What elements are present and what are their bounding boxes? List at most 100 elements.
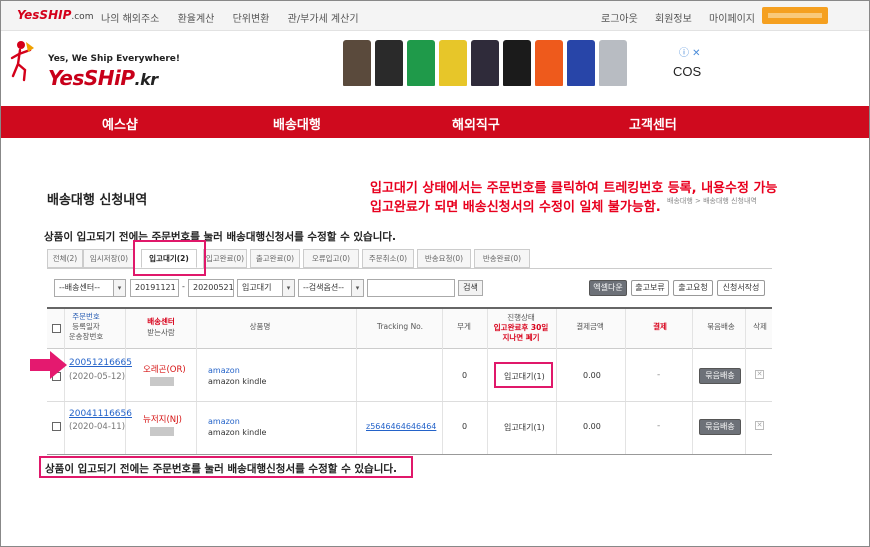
order-number-link[interactable]: 20051216665 (69, 358, 132, 368)
user-badge[interactable] (762, 7, 828, 24)
topbar-links: 나의 해외주소 환율계산 단위변환 관/부가세 계산기 (101, 10, 374, 25)
select-all-checkbox[interactable] (52, 324, 61, 333)
header-product: 상품명 (249, 322, 271, 331)
ad-clothing-image (343, 40, 371, 86)
top-utility-bar: YesSHIP.com 나의 해외주소 환율계산 단위변환 관/부가세 계산기 … (1, 1, 869, 31)
ad-banner[interactable] (343, 40, 713, 90)
row-checkbox[interactable] (52, 422, 61, 431)
nav-item-shipping[interactable]: 배송대행 (273, 114, 321, 133)
product-name: amazon kindle (208, 428, 267, 437)
tab-return-request[interactable]: 반송요청(0) (417, 249, 471, 268)
payment-status: - (657, 421, 661, 431)
bundle-ship-button[interactable]: 묶음배송 (699, 368, 741, 384)
date-to-input[interactable]: 20200521 (188, 279, 234, 297)
shop-name: amazon (208, 366, 240, 375)
annotation-line-2: 입고완료가 되면 배송신청서의 수정이 일체 불가능함. (370, 200, 661, 215)
payment-status: - (657, 370, 661, 380)
topbar-account-links: 로그아웃 회원정보 마이페이지 (601, 10, 769, 25)
table-bottom-border (47, 454, 772, 455)
order-number-link[interactable]: 20041116656 (69, 409, 132, 419)
center-name: 뉴저지(NJ) (143, 415, 182, 425)
header-amount: 결제금액 (576, 322, 604, 331)
header-status: 진행상태 (507, 313, 535, 322)
shop-name: amazon (208, 417, 240, 426)
product-name: amazon kindle (208, 377, 267, 386)
recipient-blurred (150, 427, 174, 436)
header-status-note-2: 지나면 폐기 (502, 333, 540, 342)
bundle-ship-button[interactable]: 묶음배송 (699, 419, 741, 435)
site-brand: YesSHiP.kr (48, 66, 158, 90)
excel-download-button[interactable]: 엑셀다운 (589, 280, 627, 296)
delete-icon[interactable]: ✕ (755, 370, 764, 379)
tab-received[interactable]: 입고완료(0) (203, 249, 247, 268)
search-button[interactable]: 검색 (458, 280, 483, 296)
ad-clothing-image (407, 40, 435, 86)
center-name: 오레곤(OR) (143, 365, 186, 375)
date-from-input[interactable]: 20191121 (130, 279, 179, 297)
status-select[interactable]: 입고대기 ▾ (237, 279, 295, 297)
tab-return-complete[interactable]: 반송완료(0) (474, 249, 530, 268)
ad-brand-label[interactable]: COS (673, 64, 701, 79)
center-select[interactable]: --배송센터-- ▾ (54, 279, 126, 297)
chevron-down-icon: ▾ (351, 280, 363, 296)
tracking-number[interactable]: z5646464646464 (366, 422, 436, 431)
nav-item-support[interactable]: 고객센터 (629, 114, 677, 133)
tab-order-cancel[interactable]: 주문취소(0) (362, 249, 414, 268)
header-tracking: Tracking No. (376, 322, 424, 331)
tab-shipped[interactable]: 출고완료(0) (250, 249, 300, 268)
pointer-arrow-icon (30, 351, 67, 379)
ad-clothing-image (567, 40, 595, 86)
status: 입고대기(1) (504, 423, 545, 432)
hold-shipment-button[interactable]: 출고보류 (631, 280, 669, 296)
header-weight: 무게 (457, 322, 471, 331)
runner-icon (10, 41, 34, 82)
order-date: (2020-05-12) (69, 372, 126, 382)
link-tax-calc[interactable]: 관/부가세 계산기 (288, 14, 359, 25)
link-logout[interactable]: 로그아웃 (601, 14, 638, 25)
nav-item-direct-buy[interactable]: 해외직구 (452, 114, 500, 133)
chevron-down-icon: ▾ (282, 280, 294, 296)
link-my-address[interactable]: 나의 해외주소 (101, 14, 159, 25)
breadcrumb: 배송대행 > 배송대행 신청내역 (667, 197, 757, 205)
header-delete: 삭제 (753, 322, 767, 331)
recipient-blurred (150, 377, 174, 386)
tab-all[interactable]: 전체(2) (47, 249, 83, 268)
header-reg-date: 등록일자 (72, 322, 100, 331)
amount: 0.00 (583, 371, 601, 380)
ad-clothing-image (503, 40, 531, 86)
ad-clothing-image (471, 40, 499, 86)
search-input[interactable] (367, 279, 455, 297)
header-tracking-label: 운송장번호 (68, 332, 104, 341)
ad-info-icon[interactable]: ⓘ ✕ (679, 44, 701, 59)
ad-clothing-image (375, 40, 403, 86)
main-nav: 예스샵 배송대행 해외직구 고객센터 (1, 106, 869, 138)
amount: 0.00 (583, 422, 601, 431)
link-exchange-calc[interactable]: 환율계산 (178, 14, 215, 25)
page-title: 배송대행 신청내역 (47, 193, 148, 208)
topbar-logo[interactable]: YesSHIP.com (17, 8, 93, 22)
request-shipment-button[interactable]: 출고요청 (673, 280, 713, 296)
create-application-button[interactable]: 신청서작성 (717, 280, 765, 296)
header-payment: 결제 (653, 322, 667, 331)
ad-clothing-image (535, 40, 563, 86)
search-option-select[interactable]: --검색옵션-- ▾ (298, 279, 364, 297)
ad-clothing-image (599, 40, 627, 86)
highlight-active-tab (133, 240, 206, 276)
chevron-down-icon: ▾ (113, 280, 125, 296)
link-member-info[interactable]: 회원정보 (655, 14, 692, 25)
order-date: (2020-04-11) (69, 422, 126, 432)
link-unit-convert[interactable]: 단위변환 (233, 14, 270, 25)
tab-temp-saved[interactable]: 임시저장(0) (83, 249, 135, 268)
header-recipient: 받는사람 (147, 328, 175, 337)
highlight-status (494, 362, 553, 388)
nav-item-yesshop[interactable]: 예스샵 (102, 114, 138, 133)
edit-notice: 상품이 입고되기 전에는 주문번호를 눌러 배송대행신청서를 수정할 수 있습니… (44, 231, 397, 243)
link-mypage[interactable]: 마이페이지 (709, 14, 755, 25)
site-tagline: Yes, We Ship Everywhere! (48, 54, 180, 64)
annotation-line-1: 입고대기 상태에서는 주문번호를 클릭하여 트레킹번호 등록, 내용수정 가능 (370, 181, 778, 196)
weight: 0 (462, 371, 468, 380)
header-order-no: 주문번호 (72, 312, 100, 321)
delete-icon[interactable]: ✕ (755, 421, 764, 430)
row-divider (47, 401, 772, 402)
tab-error-receipt[interactable]: 오류입고(0) (303, 249, 359, 268)
